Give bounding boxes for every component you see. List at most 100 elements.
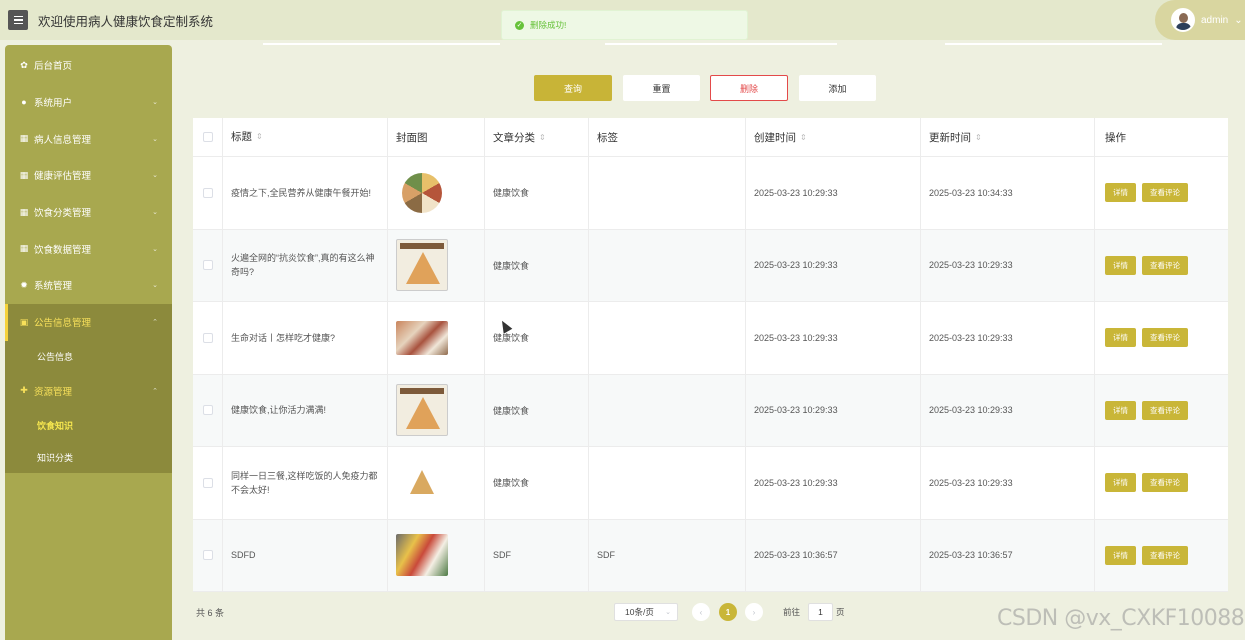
avatar <box>1171 8 1195 32</box>
header-label: 更新时间 <box>929 131 971 144</box>
chevron-down-icon: ⌄ <box>152 172 158 180</box>
sidebar-item-assessment[interactable]: ▦ 健康评估管理 ⌄ <box>5 157 172 194</box>
cover-image <box>402 172 442 213</box>
detail-button[interactable]: 详情 <box>1105 473 1136 493</box>
next-page-button[interactable]: › <box>745 603 763 621</box>
sidebar-subitem-notice-info[interactable]: 公告信息 <box>5 341 172 373</box>
cover-image <box>396 465 448 500</box>
chevron-down-icon: ⌄ <box>152 209 158 217</box>
watermark: CSDN @vx_CXKF10088 <box>997 606 1245 631</box>
view-comments-button[interactable]: 查看评论 <box>1142 328 1188 348</box>
cover-image <box>396 320 448 355</box>
grid-icon: ▦ <box>19 133 29 144</box>
resource-icon: ✚ <box>20 385 28 396</box>
sidebar-item-notice[interactable]: ▣ 公告信息管理 ⌃ <box>5 303 172 341</box>
table-row: 同样一日三餐,这样吃饭的人免疫力都不会太好! 健康饮食 2025-03-23 1… <box>193 447 1228 520</box>
cell-created: 2025-03-23 10:29:33 <box>746 157 921 229</box>
page-size-value: 10条/页 <box>625 607 654 617</box>
detail-button[interactable]: 详情 <box>1105 400 1136 420</box>
row-checkbox[interactable] <box>202 550 213 561</box>
home-icon: ✿ <box>20 59 28 70</box>
cover-image <box>396 384 448 437</box>
page-size-select[interactable]: 10条/页 ⌄ <box>614 603 678 621</box>
reset-button[interactable]: 重置 <box>623 75 700 101</box>
view-comments-button[interactable]: 查看评论 <box>1142 400 1188 420</box>
cell-tags <box>589 302 746 374</box>
header-title[interactable]: 标题 ⇕ <box>223 118 388 156</box>
sidebar-item-label: 健康评估管理 <box>34 171 92 183</box>
user-menu[interactable]: admin ⌄ <box>1155 0 1245 40</box>
row-checkbox[interactable] <box>202 260 213 271</box>
delete-button[interactable]: 删除 <box>710 75 788 101</box>
sidebar-item-label: 系统管理 <box>34 281 73 293</box>
sidebar-item-label: 公告信息管理 <box>34 318 92 330</box>
add-button[interactable]: 添加 <box>799 75 876 101</box>
row-checkbox[interactable] <box>202 477 213 488</box>
sidebar: ✿ 后台首页 ● 系统用户 ⌄ ▦ 病人信息管理 ⌄ ▦ 健康评估管理 ⌄ ▦ … <box>5 45 172 640</box>
header-tags: 标签 <box>589 118 746 156</box>
cell-title: 生命对话丨怎样吃才健康? <box>223 302 388 374</box>
cell-created: 2025-03-23 10:29:33 <box>746 302 921 374</box>
select-all-checkbox[interactable] <box>202 132 213 142</box>
view-comments-button[interactable]: 查看评论 <box>1142 183 1188 203</box>
sidebar-item-patients[interactable]: ▦ 病人信息管理 ⌄ <box>5 120 172 157</box>
submenu-resources: 饮食知识 知识分类 <box>5 409 172 474</box>
cell-title: 火遍全网的“抗炎饮食”,真的有这么神奇吗? <box>223 229 388 301</box>
detail-button[interactable]: 详情 <box>1105 183 1136 203</box>
app-title: 欢迎使用病人健康饮食定制系统 <box>38 14 214 29</box>
notice-icon: ▣ <box>19 316 29 327</box>
cell-updated: 2025-03-23 10:29:33 <box>921 374 1095 446</box>
sidebar-item-diet-category[interactable]: ▦ 饮食分类管理 ⌄ <box>5 194 172 231</box>
sort-icon[interactable]: ⇕ <box>800 133 807 142</box>
grid-icon: ▦ <box>19 243 29 254</box>
header-actions: 操作 <box>1095 118 1228 156</box>
sidebar-item-home[interactable]: ✿ 后台首页 <box>5 47 172 84</box>
header-category[interactable]: 文章分类 ⇕ <box>485 118 589 156</box>
header-label: 标题 <box>231 131 252 143</box>
header-updated[interactable]: 更新时间 ⇕ <box>921 118 1095 156</box>
cell-title: SDFD <box>223 519 388 591</box>
sidebar-item-label: 饮食数据管理 <box>34 244 92 256</box>
prev-page-button[interactable]: ‹ <box>692 603 710 621</box>
cell-tags <box>589 447 746 519</box>
detail-button[interactable]: 详情 <box>1105 328 1136 348</box>
cell-tags <box>589 157 746 229</box>
table-header: 标题 ⇕ 封面图 文章分类 ⇕ 标签 创建时间 ⇕ 更新时间 ⇕ 操作 <box>193 118 1228 157</box>
chevron-down-icon: ⌄ <box>152 282 158 290</box>
cell-category: 健康饮食 <box>485 374 589 446</box>
cover-image <box>396 534 448 577</box>
page-number-button[interactable]: 1 <box>719 603 737 621</box>
sidebar-item-label: 饮食分类管理 <box>34 208 92 220</box>
sidebar-item-resources[interactable]: ✚ 资源管理 ⌃ <box>5 372 172 410</box>
goto-page-input[interactable]: 1 <box>808 603 833 621</box>
query-button[interactable]: 查询 <box>534 75 612 101</box>
header-created[interactable]: 创建时间 ⇕ <box>746 118 921 156</box>
submenu-notice: 公告信息 <box>5 340 172 373</box>
detail-button[interactable]: 详情 <box>1105 545 1136 565</box>
chevron-down-icon: ⌄ <box>152 135 158 143</box>
sort-icon[interactable]: ⇕ <box>256 130 263 144</box>
view-comments-button[interactable]: 查看评论 <box>1142 545 1188 565</box>
cell-updated: 2025-03-23 10:29:33 <box>921 302 1095 374</box>
sidebar-subitem-diet-knowledge[interactable]: 饮食知识 <box>5 409 172 441</box>
sidebar-item-label: 后台首页 <box>34 61 73 73</box>
row-checkbox[interactable] <box>202 187 213 198</box>
sidebar-item-system[interactable]: ✹ 系统管理 ⌄ <box>5 267 172 304</box>
sort-icon[interactable]: ⇕ <box>539 133 546 142</box>
detail-button[interactable]: 详情 <box>1105 255 1136 275</box>
view-comments-button[interactable]: 查看评论 <box>1142 255 1188 275</box>
view-comments-button[interactable]: 查看评论 <box>1142 473 1188 493</box>
row-checkbox[interactable] <box>202 332 213 343</box>
cell-created: 2025-03-23 10:29:33 <box>746 447 921 519</box>
user-icon: ● <box>21 97 27 108</box>
header-cover: 封面图 <box>388 118 485 156</box>
row-checkbox[interactable] <box>202 405 213 416</box>
sidebar-item-users[interactable]: ● 系统用户 ⌄ <box>5 84 172 121</box>
knowledge-table: 标题 ⇕ 封面图 文章分类 ⇕ 标签 创建时间 ⇕ 更新时间 ⇕ 操作 疫情之下,全民营… <box>193 118 1228 592</box>
sidebar-subitem-knowledge-category[interactable]: 知识分类 <box>5 441 172 473</box>
menu-toggle-icon[interactable] <box>8 10 28 30</box>
header-label: 标签 <box>597 131 618 144</box>
sort-icon[interactable]: ⇕ <box>975 133 982 142</box>
sidebar-item-diet-data[interactable]: ▦ 饮食数据管理 ⌄ <box>5 230 172 267</box>
total-count: 共 6 条 <box>196 608 225 618</box>
